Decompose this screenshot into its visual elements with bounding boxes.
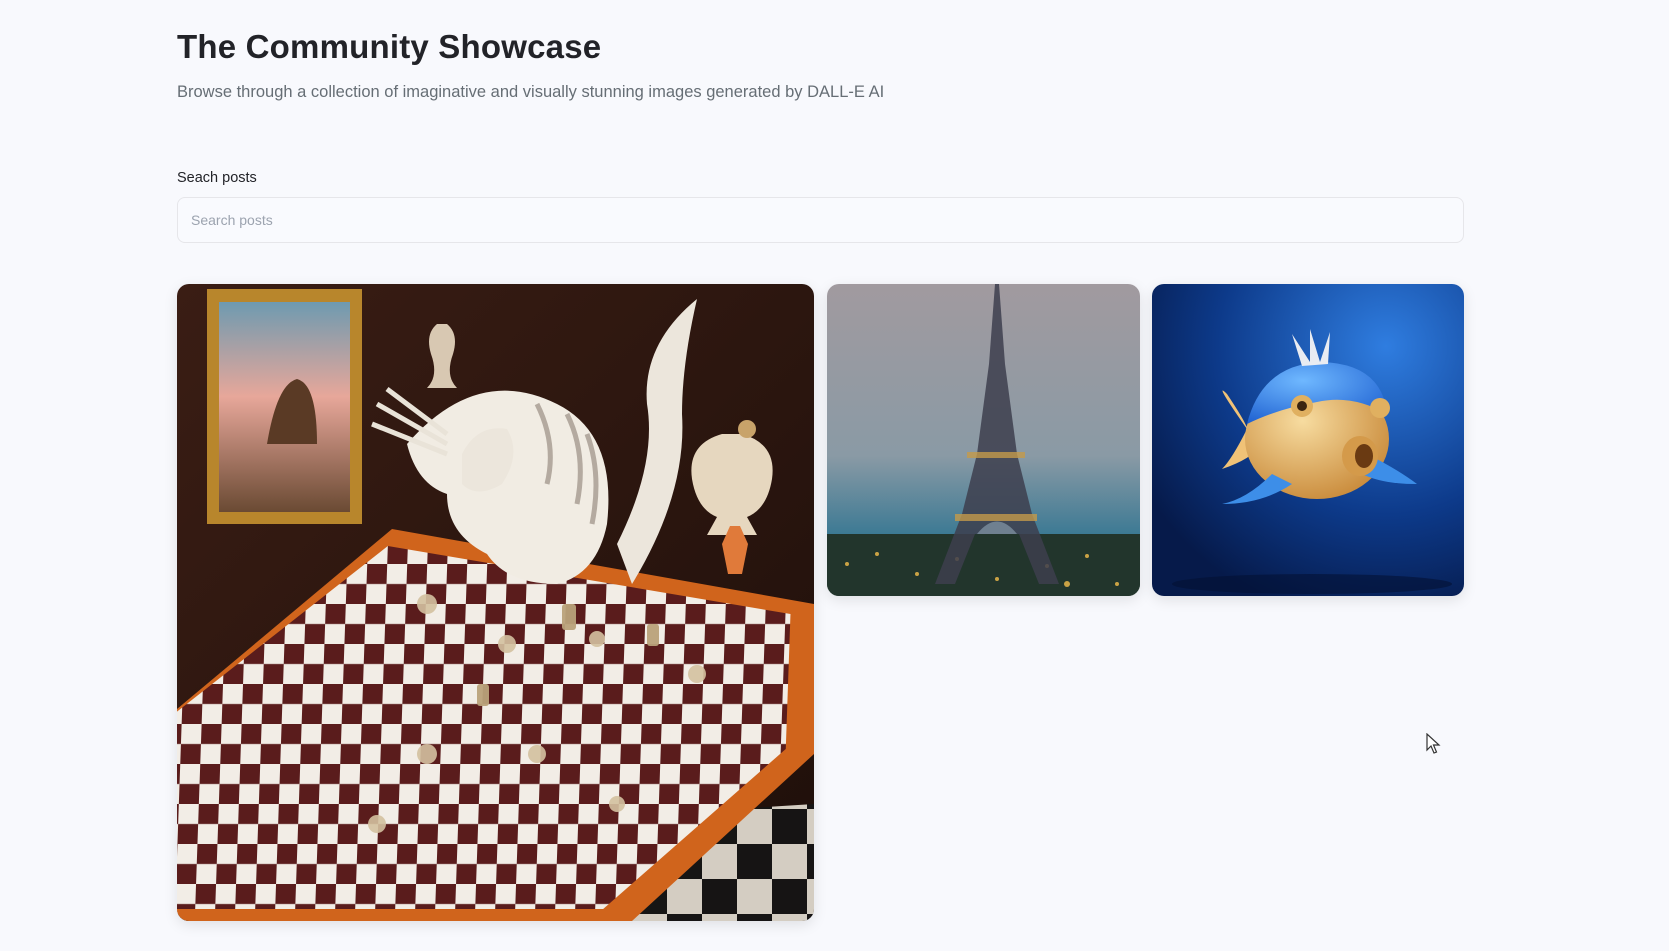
cat-chess-painting-image: [177, 284, 814, 921]
eiffel-tower-painting-image: [827, 284, 1140, 596]
search-input[interactable]: [177, 197, 1464, 243]
post-card-cat-chess[interactable]: [177, 284, 814, 921]
blue-fish-3d-image: [1152, 284, 1464, 596]
search-label: Seach posts: [177, 170, 257, 186]
page-title: The Community Showcase: [177, 28, 602, 65]
post-card-eiffel-tower[interactable]: [827, 284, 1140, 596]
post-card-blue-fish[interactable]: [1152, 284, 1464, 596]
page-subtitle: Browse through a collection of imaginati…: [177, 83, 885, 101]
mouse-cursor-icon: [1426, 733, 1441, 754]
